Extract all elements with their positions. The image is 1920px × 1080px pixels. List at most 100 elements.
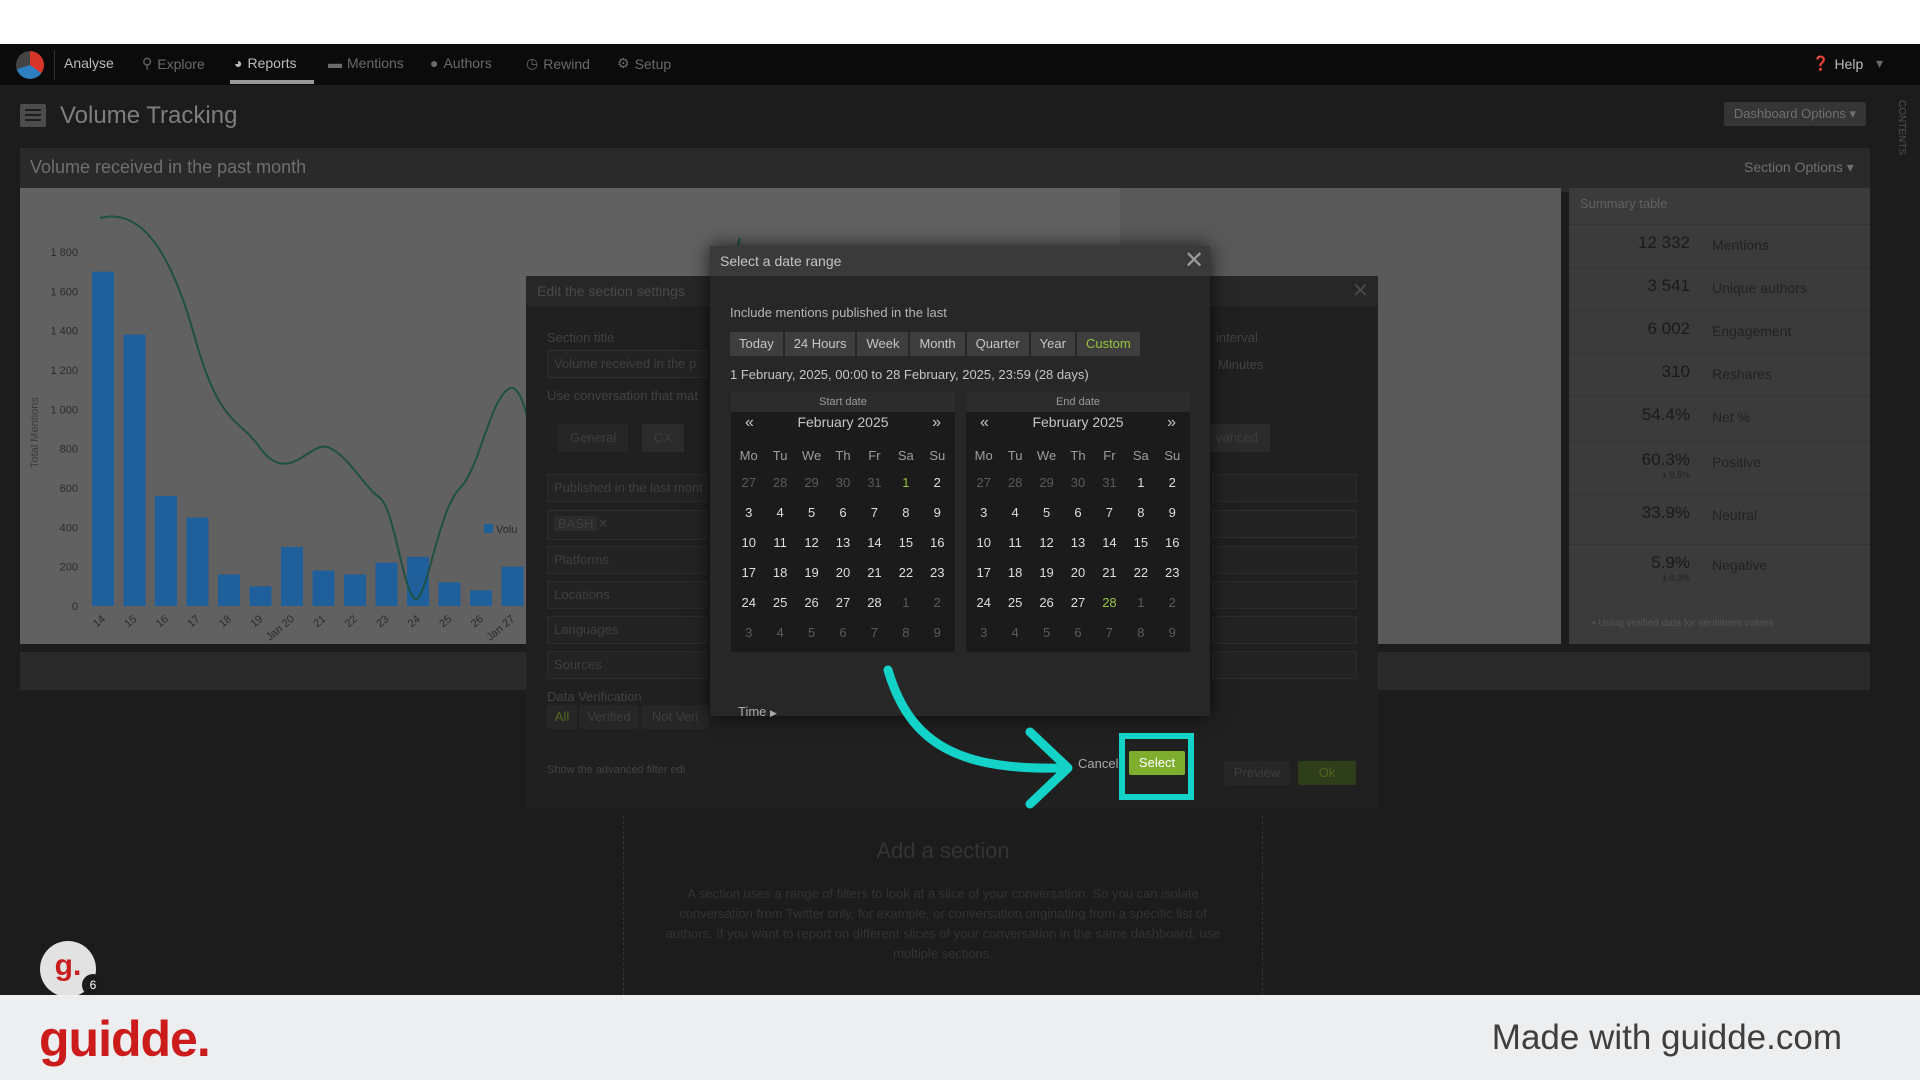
calendar-day[interactable]: 2 [1157,468,1188,498]
date-dialog-close-icon[interactable]: ✕ [1184,246,1204,276]
calendar-day[interactable]: 28 [859,588,890,618]
calendar-day[interactable]: 9 [922,498,953,528]
calendar-day[interactable]: 27 [827,588,858,618]
calendar-day[interactable]: 17 [968,558,999,588]
calendar-day[interactable]: 12 [796,528,827,558]
calendar-day[interactable]: 22 [1125,558,1156,588]
calendar-day[interactable]: 1 [1125,468,1156,498]
calendar-day[interactable]: 5 [1031,498,1062,528]
calendar-day[interactable]: 1 [890,588,921,618]
start-month-label[interactable]: February 2025 [731,414,955,436]
calendar-day[interactable]: 20 [827,558,858,588]
calendar-day[interactable]: 30 [827,468,858,498]
calendar-day[interactable]: 9 [922,618,953,648]
calendar-day[interactable]: 10 [968,528,999,558]
calendar-day[interactable]: 7 [859,618,890,648]
calendar-day[interactable]: 11 [999,528,1030,558]
end-date-grid: Mo Tu We Th Fr Sa Su 27 28 29 30 31 1 2 3 4 5 6 7 8 9 10 11 12 1… [968,444,1188,648]
calendar-day[interactable]: 11 [764,528,795,558]
calendar-day[interactable]: 26 [796,588,827,618]
range-button[interactable]: Custom [1076,332,1140,356]
calendar-day[interactable]: 7 [1094,618,1125,648]
calendar-day[interactable]: 16 [1157,528,1188,558]
calendar-day[interactable]: 5 [1031,618,1062,648]
calendar-day[interactable]: 2 [922,468,953,498]
calendar-day[interactable]: 4 [999,618,1030,648]
calendar-day[interactable]: 19 [1031,558,1062,588]
calendar-day[interactable]: 5 [796,618,827,648]
calendar-day[interactable]: 29 [796,468,827,498]
calendar-day[interactable]: 6 [1062,498,1093,528]
calendar-day[interactable]: 15 [1125,528,1156,558]
start-next-month-icon[interactable]: » [932,414,941,432]
calendar-day[interactable]: 5 [796,498,827,528]
calendar-day[interactable]: 8 [1125,618,1156,648]
calendar-day[interactable]: 28 [1094,588,1125,618]
calendar-day[interactable]: 23 [922,558,953,588]
calendar-day[interactable]: 24 [968,588,999,618]
calendar-day[interactable]: 4 [764,498,795,528]
calendar-day[interactable]: 6 [827,618,858,648]
calendar-day[interactable]: 20 [1062,558,1093,588]
calendar-day[interactable]: 25 [764,588,795,618]
calendar-day[interactable]: 26 [1031,588,1062,618]
calendar-day[interactable]: 9 [1157,618,1188,648]
end-date-calendar: End date « February 2025 » Mo Tu We Th Fr Sa S… [966,392,1190,652]
calendar-day[interactable]: 28 [764,468,795,498]
calendar-day[interactable]: 31 [859,468,890,498]
calendar-day[interactable]: 8 [890,618,921,648]
calendar-day[interactable]: 4 [764,618,795,648]
calendar-day[interactable]: 23 [1157,558,1188,588]
calendar-day[interactable]: 16 [922,528,953,558]
calendar-day[interactable]: 27 [968,468,999,498]
range-button[interactable]: Quarter [966,332,1029,356]
range-button[interactable]: Month [910,332,965,356]
calendar-day[interactable]: 9 [1157,498,1188,528]
range-button[interactable]: Today [730,332,783,356]
calendar-day[interactable]: 3 [733,498,764,528]
calendar-day[interactable]: 18 [764,558,795,588]
calendar-day[interactable]: 4 [999,498,1030,528]
calendar-day[interactable]: 22 [890,558,921,588]
calendar-day[interactable]: 21 [1094,558,1125,588]
calendar-day[interactable]: 24 [733,588,764,618]
calendar-day[interactable]: 14 [859,528,890,558]
calendar-day[interactable]: 2 [1157,588,1188,618]
calendar-day[interactable]: 1 [1125,588,1156,618]
calendar-day[interactable]: 29 [1031,468,1062,498]
cancel-button[interactable]: Cancel [1078,756,1118,771]
calendar-day[interactable]: 18 [999,558,1030,588]
calendar-day[interactable]: 17 [733,558,764,588]
calendar-day[interactable]: 25 [999,588,1030,618]
calendar-day[interactable]: 31 [1094,468,1125,498]
end-next-month-icon[interactable]: » [1167,414,1176,432]
calendar-day[interactable]: 27 [1062,588,1093,618]
calendar-day[interactable]: 15 [890,528,921,558]
calendar-day[interactable]: 3 [968,498,999,528]
calendar-day[interactable]: 8 [1125,498,1156,528]
calendar-day[interactable]: 3 [968,618,999,648]
calendar-day[interactable]: 2 [922,588,953,618]
calendar-day[interactable]: 3 [733,618,764,648]
calendar-day[interactable]: 13 [827,528,858,558]
calendar-day[interactable]: 6 [827,498,858,528]
calendar-day[interactable]: 28 [999,468,1030,498]
calendar-day[interactable]: 1 [890,468,921,498]
calendar-day[interactable]: 7 [859,498,890,528]
calendar-day[interactable]: 10 [733,528,764,558]
range-button[interactable]: Week [857,332,909,356]
calendar-day[interactable]: 6 [1062,618,1093,648]
end-month-label[interactable]: February 2025 [966,414,1190,436]
calendar-day[interactable]: 13 [1062,528,1093,558]
range-button[interactable]: Year [1030,332,1075,356]
calendar-day[interactable]: 14 [1094,528,1125,558]
calendar-day[interactable]: 27 [733,468,764,498]
calendar-day[interactable]: 8 [890,498,921,528]
calendar-day[interactable]: 7 [1094,498,1125,528]
calendar-day[interactable]: 12 [1031,528,1062,558]
calendar-day[interactable]: 30 [1062,468,1093,498]
time-toggle[interactable]: Time ▶ [738,704,777,719]
calendar-day[interactable]: 19 [796,558,827,588]
range-button[interactable]: 24 Hours [784,332,856,356]
calendar-day[interactable]: 21 [859,558,890,588]
